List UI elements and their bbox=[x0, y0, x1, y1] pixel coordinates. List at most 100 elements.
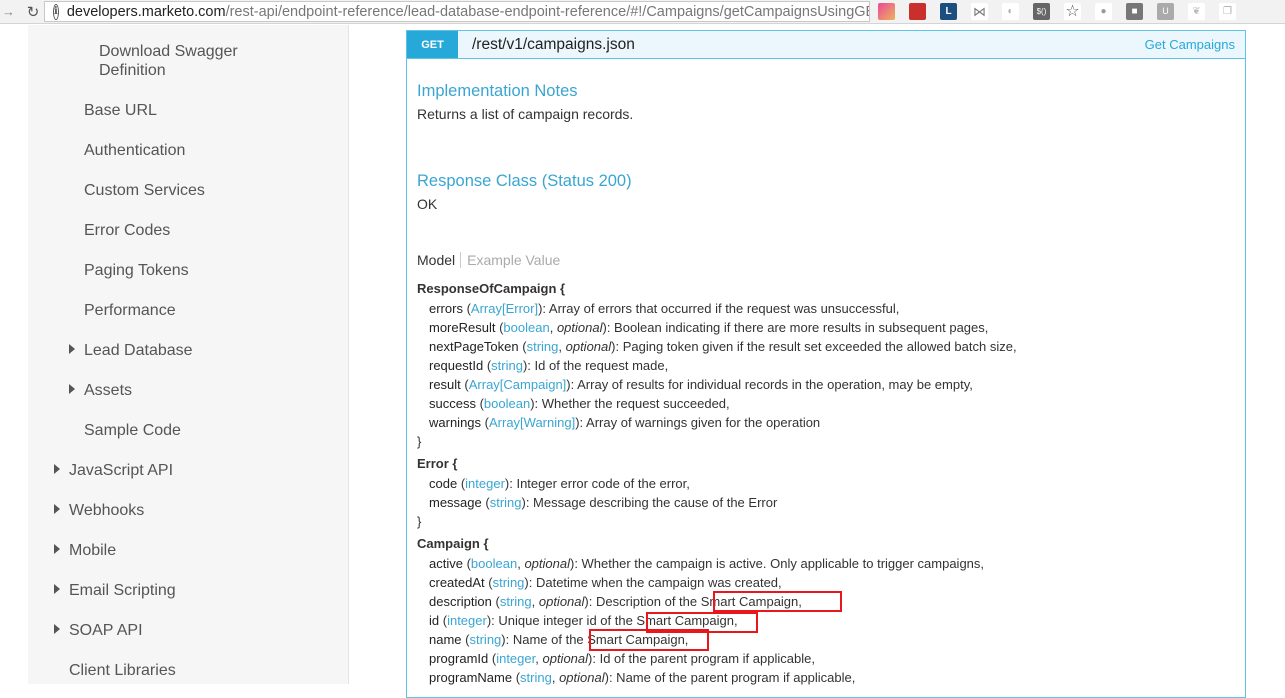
sidebar-item-paging-tokens[interactable]: Paging Tokens bbox=[84, 261, 189, 280]
endpoint-path[interactable]: /rest/v1/campaigns.json bbox=[472, 36, 635, 54]
extension-copy-icon[interactable]: ❐ bbox=[1219, 3, 1236, 20]
extension-circle-icon[interactable]: ◐ bbox=[1002, 3, 1019, 20]
extension-square-icon[interactable]: ■ bbox=[1126, 3, 1143, 20]
property-type-link[interactable]: Array[Error] bbox=[471, 301, 538, 316]
extension-dollar-icon[interactable]: $() bbox=[1033, 3, 1050, 20]
property-description: ): Boolean indicating if there are more … bbox=[602, 320, 989, 335]
sidebar-item-custom-services[interactable]: Custom Services bbox=[84, 181, 205, 200]
model-head-responseofcampaign: ResponseOfCampaign { bbox=[417, 281, 566, 296]
extension-u-icon[interactable]: U bbox=[1157, 3, 1174, 20]
address-bar[interactable]: i developers.marketo.com/rest-api/endpoi… bbox=[44, 1, 870, 22]
tab-model[interactable]: Model bbox=[417, 252, 462, 268]
model-close-brace: } bbox=[417, 514, 422, 529]
property-name: name bbox=[429, 632, 462, 647]
model-property-row: message (string): Message describing the… bbox=[429, 495, 778, 510]
expand-caret-icon[interactable] bbox=[54, 504, 60, 514]
sidebar-item-client-libraries[interactable]: Client Libraries bbox=[69, 661, 176, 680]
property-type-link[interactable]: string bbox=[469, 632, 501, 647]
property-type-link[interactable]: Array[Warning] bbox=[489, 415, 575, 430]
sidebar-item-sample-code[interactable]: Sample Code bbox=[84, 421, 181, 440]
expand-caret-icon[interactable] bbox=[69, 344, 75, 354]
model-property-row: errors (Array[Error]): Array of errors t… bbox=[429, 301, 900, 316]
model-property-row: programId (integer, optional): Id of the… bbox=[429, 651, 815, 666]
sidebar-item-mobile[interactable]: Mobile bbox=[69, 541, 116, 560]
property-type-link[interactable]: integer bbox=[465, 476, 505, 491]
sidebar-item-javascript-api[interactable]: JavaScript API bbox=[69, 461, 173, 480]
property-name: active bbox=[429, 556, 463, 571]
browser-toolbar: → ↻ i developers.marketo.com/rest-api/en… bbox=[0, 0, 1285, 24]
property-type-link[interactable]: boolean bbox=[471, 556, 517, 571]
property-name: id bbox=[429, 613, 440, 628]
property-type-link[interactable]: string bbox=[527, 339, 559, 354]
sidebar-item-webhooks[interactable]: Webhooks bbox=[69, 501, 144, 520]
forward-icon[interactable]: → bbox=[2, 4, 16, 19]
property-type-link[interactable]: string bbox=[520, 670, 552, 685]
optional-flag: optional bbox=[565, 339, 612, 354]
property-type-link[interactable]: string bbox=[490, 495, 522, 510]
property-description: ): Name of the parent program if applica… bbox=[604, 670, 856, 685]
sidebar-item-assets[interactable]: Assets bbox=[84, 381, 132, 400]
tab-example-value[interactable]: Example Value bbox=[461, 252, 560, 268]
property-type-link[interactable]: integer bbox=[496, 651, 535, 666]
extension-l-icon[interactable]: L bbox=[940, 3, 957, 20]
sidebar-item-soap-api[interactable]: SOAP API bbox=[69, 621, 143, 640]
model-property-row: programName (string, optional): Name of … bbox=[429, 670, 856, 685]
property-type-link[interactable]: boolean bbox=[503, 320, 549, 335]
bookmark-star-icon[interactable]: ☆ bbox=[1064, 3, 1081, 20]
operation-header[interactable]: GET /rest/v1/campaigns.json Get Campaign… bbox=[406, 30, 1246, 59]
property-type-link[interactable]: string bbox=[500, 594, 532, 609]
property-name: code bbox=[429, 476, 458, 491]
extension-gradient-icon[interactable] bbox=[878, 3, 895, 20]
http-method-badge: GET bbox=[407, 31, 458, 59]
expand-caret-icon[interactable] bbox=[54, 624, 60, 634]
sidebar-item-base-url[interactable]: Base URL bbox=[84, 101, 157, 120]
property-name: requestId bbox=[429, 358, 484, 373]
expand-caret-icon[interactable] bbox=[54, 464, 60, 474]
property-type-link[interactable]: string bbox=[493, 575, 525, 590]
sidebar-item-performance[interactable]: Performance bbox=[84, 301, 176, 320]
model-property-row: moreResult (boolean, optional): Boolean … bbox=[429, 320, 989, 335]
property-description: ): Paging token given if the result set … bbox=[611, 339, 1017, 354]
property-type-link[interactable]: boolean bbox=[484, 396, 530, 411]
model-property-row: requestId (string): Id of the request ma… bbox=[429, 358, 669, 373]
highlight-box bbox=[589, 629, 709, 651]
response-class-heading: Response Class (Status 200) bbox=[417, 172, 632, 190]
model-close-brace: } bbox=[417, 434, 422, 449]
extension-bowtie-icon[interactable]: ⋈ bbox=[971, 3, 988, 20]
expand-caret-icon[interactable] bbox=[69, 384, 75, 394]
property-description: ): Array of warnings given for the opera… bbox=[575, 415, 821, 430]
expand-caret-icon[interactable] bbox=[54, 544, 60, 554]
operation-summary-link[interactable]: Get Campaigns bbox=[1145, 37, 1235, 52]
extension-leaf-icon[interactable]: ❦ bbox=[1188, 3, 1205, 20]
optional-flag: optional bbox=[542, 651, 589, 666]
implementation-notes-text: Returns a list of campaign records. bbox=[417, 106, 634, 122]
model-property-row: code (integer): Integer error code of th… bbox=[429, 476, 690, 491]
sidebar-item-label: Download Swagger bbox=[99, 43, 238, 60]
optional-flag: optional bbox=[559, 670, 605, 685]
info-icon[interactable]: i bbox=[53, 3, 59, 20]
url-path: /rest-api/endpoint-reference/lead-databa… bbox=[225, 3, 870, 20]
model-head-error: Error { bbox=[417, 456, 458, 471]
sidebar-item-email-scripting[interactable]: Email Scripting bbox=[69, 581, 176, 600]
sidebar-item-lead-database[interactable]: Lead Database bbox=[84, 341, 193, 360]
sidebar-item-authentication[interactable]: Authentication bbox=[84, 141, 185, 160]
extension-bulb-icon[interactable]: ● bbox=[1095, 3, 1112, 20]
property-type-link[interactable]: integer bbox=[447, 613, 487, 628]
model-property-row: success (boolean): Whether the request s… bbox=[429, 396, 730, 411]
implementation-notes-heading: Implementation Notes bbox=[417, 82, 578, 100]
property-name: message bbox=[429, 495, 482, 510]
property-name: result bbox=[429, 377, 461, 392]
reload-icon[interactable]: ↻ bbox=[22, 3, 44, 21]
model-property-row: createdAt (string): Datetime when the ca… bbox=[429, 575, 782, 590]
property-name: createdAt bbox=[429, 575, 485, 590]
property-description: ): Message describing the cause of the E… bbox=[521, 495, 778, 510]
model-head-campaign: Campaign { bbox=[417, 536, 489, 551]
sidebar-item-error-codes[interactable]: Error Codes bbox=[84, 221, 170, 240]
expand-caret-icon[interactable] bbox=[54, 584, 60, 594]
sidebar-item-label: Definition bbox=[99, 62, 166, 79]
optional-flag: optional bbox=[556, 320, 603, 335]
property-type-link[interactable]: Array[Campaign] bbox=[469, 377, 567, 392]
extension-book-icon[interactable] bbox=[909, 3, 926, 20]
property-type-link[interactable]: string bbox=[491, 358, 523, 373]
sidebar-item-download-swagger[interactable]: Download Swagger Definition bbox=[99, 42, 238, 80]
